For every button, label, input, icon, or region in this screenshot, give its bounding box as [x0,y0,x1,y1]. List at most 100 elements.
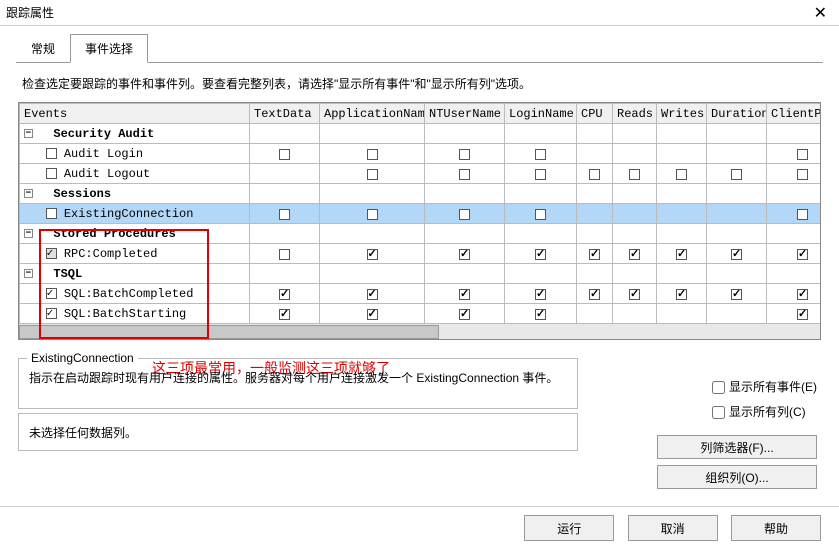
horizontal-scrollbar[interactable] [19,323,820,339]
cell-checkbox[interactable] [629,289,640,300]
dialog-buttons: 运行 取消 帮助 [514,515,821,541]
description-legend: ExistingConnection [27,351,138,365]
group-stored-procedures[interactable]: − Stored Procedures [20,224,822,244]
row-sql-batch-starting[interactable]: SQL:BatchStarting [20,304,822,324]
cell-checkbox[interactable] [676,289,687,300]
cell-checkbox[interactable] [589,289,600,300]
cell-checkbox[interactable] [589,169,600,180]
group-tsql[interactable]: − TSQL [20,264,822,284]
col-ntusername[interactable]: NTUserName [425,104,505,124]
show-all-events-checkbox[interactable] [712,381,725,394]
separator [0,506,839,507]
event-checkbox[interactable] [46,248,57,259]
cancel-button[interactable]: 取消 [628,515,718,541]
show-options: 显示所有事件(E) 显示所有列(C) [712,378,817,428]
group-security-audit[interactable]: − Security Audit [20,124,822,144]
cell-checkbox[interactable] [535,149,546,160]
collapse-icon[interactable]: − [24,189,33,198]
cell-checkbox[interactable] [367,169,378,180]
col-applicationname[interactable]: ApplicationName [320,104,425,124]
event-checkbox[interactable] [46,288,57,299]
cell-checkbox[interactable] [367,209,378,220]
show-all-events-label[interactable]: 显示所有事件(E) [712,378,817,395]
collapse-icon[interactable]: − [24,129,33,138]
row-audit-login[interactable]: Audit Login [20,144,822,164]
col-textdata[interactable]: TextData [250,104,320,124]
help-button[interactable]: 帮助 [731,515,821,541]
event-checkbox[interactable] [46,208,57,219]
group-sessions[interactable]: − Sessions [20,184,822,204]
cell-checkbox[interactable] [279,249,290,260]
event-checkbox[interactable] [46,308,57,319]
collapse-icon[interactable]: − [24,269,33,278]
show-all-columns-label[interactable]: 显示所有列(C) [712,403,817,420]
column-description-text: 未选择任何数据列。 [29,426,137,440]
cell-checkbox[interactable] [731,249,742,260]
tab-strip: 常规 事件选择 [16,34,839,62]
cell-checkbox[interactable] [731,169,742,180]
row-rpc-completed[interactable]: RPC:Completed [20,244,822,264]
cell-checkbox[interactable] [731,289,742,300]
run-button[interactable]: 运行 [524,515,614,541]
cell-checkbox[interactable] [279,209,290,220]
window-title: 跟踪属性 [6,4,54,21]
cell-checkbox[interactable] [367,289,378,300]
cell-checkbox[interactable] [367,309,378,320]
col-reads[interactable]: Reads [613,104,657,124]
col-clientproc[interactable]: ClientProc [767,104,822,124]
cell-checkbox[interactable] [279,149,290,160]
cell-checkbox[interactable] [676,249,687,260]
cell-checkbox[interactable] [629,169,640,180]
close-icon[interactable]: ✕ [808,3,833,23]
show-all-columns-checkbox[interactable] [712,406,725,419]
row-sql-batch-completed[interactable]: SQL:BatchCompleted [20,284,822,304]
side-buttons: 列筛选器(F)... 组织列(O)... [657,435,817,495]
col-writes[interactable]: Writes [657,104,707,124]
cell-checkbox[interactable] [535,309,546,320]
organize-columns-button[interactable]: 组织列(O)... [657,465,817,489]
events-table: Events TextData ApplicationName NTUserNa… [18,102,821,340]
cell-checkbox[interactable] [535,249,546,260]
cell-checkbox[interactable] [367,249,378,260]
cell-checkbox[interactable] [459,209,470,220]
titlebar: 跟踪属性 ✕ [0,0,839,26]
cell-checkbox[interactable] [279,309,290,320]
cell-checkbox[interactable] [797,169,808,180]
cell-checkbox[interactable] [797,209,808,220]
description-text: 指示在启动跟踪时现有用户连接的属性。服务器对每个用户连接激发一个 Existin… [29,371,558,385]
cell-checkbox[interactable] [535,169,546,180]
collapse-icon[interactable]: − [24,229,33,238]
cell-checkbox[interactable] [535,209,546,220]
cell-checkbox[interactable] [589,249,600,260]
instruction-text: 检查选定要跟踪的事件和事件列。要查看完整列表，请选择"显示所有事件"和"显示所有… [22,75,839,92]
column-description-fieldset: 未选择任何数据列。 [18,413,578,451]
cell-checkbox[interactable] [279,289,290,300]
cell-checkbox[interactable] [797,249,808,260]
row-audit-logout[interactable]: Audit Logout [20,164,822,184]
column-filter-button[interactable]: 列筛选器(F)... [657,435,817,459]
event-checkbox[interactable] [46,168,57,179]
event-checkbox[interactable] [46,148,57,159]
row-existing-connection[interactable]: ExistingConnection [20,204,822,224]
tab-event-selection[interactable]: 事件选择 [70,34,148,63]
scrollbar-thumb[interactable] [19,325,439,339]
cell-checkbox[interactable] [797,309,808,320]
description-fieldset: ExistingConnection 指示在启动跟踪时现有用户连接的属性。服务器… [18,358,578,409]
cell-checkbox[interactable] [367,149,378,160]
col-duration[interactable]: Duration [707,104,767,124]
cell-checkbox[interactable] [459,289,470,300]
table-header-row: Events TextData ApplicationName NTUserNa… [20,104,822,124]
cell-checkbox[interactable] [459,309,470,320]
cell-checkbox[interactable] [459,169,470,180]
cell-checkbox[interactable] [459,249,470,260]
cell-checkbox[interactable] [797,149,808,160]
cell-checkbox[interactable] [676,169,687,180]
col-events[interactable]: Events [20,104,250,124]
cell-checkbox[interactable] [535,289,546,300]
cell-checkbox[interactable] [629,249,640,260]
tab-general[interactable]: 常规 [16,34,70,62]
cell-checkbox[interactable] [459,149,470,160]
col-cpu[interactable]: CPU [577,104,613,124]
col-loginname[interactable]: LoginName [505,104,577,124]
cell-checkbox[interactable] [797,289,808,300]
